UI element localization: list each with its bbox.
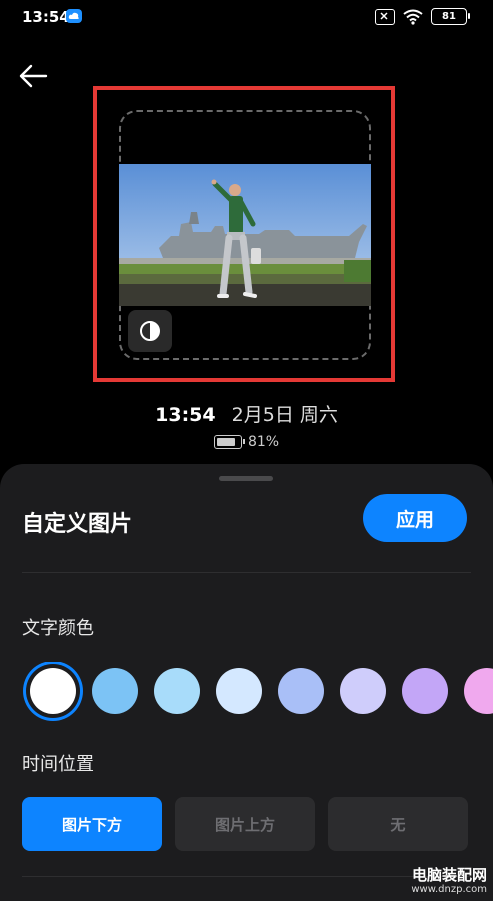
color-swatches bbox=[22, 662, 493, 722]
time-position-label: 时间位置 bbox=[22, 754, 94, 775]
color-swatch[interactable] bbox=[92, 668, 138, 714]
divider bbox=[22, 876, 471, 877]
position-none-button[interactable]: 无 bbox=[328, 797, 468, 851]
back-arrow-icon[interactable] bbox=[18, 62, 48, 90]
wallpaper-photo[interactable] bbox=[119, 164, 371, 306]
position-above-image-button[interactable]: 图片上方 bbox=[175, 797, 315, 851]
watermark-text: 电脑装配网 bbox=[411, 866, 487, 884]
battery-icon bbox=[213, 435, 245, 449]
status-bar: 13:54 81 bbox=[0, 0, 493, 36]
battery-level: 81 bbox=[442, 11, 456, 22]
cloud-icon bbox=[66, 9, 82, 23]
preview-battery-percent: 81% bbox=[247, 434, 280, 450]
preview-battery: 81% bbox=[0, 434, 493, 450]
divider bbox=[22, 572, 471, 573]
status-time: 13:54 bbox=[22, 8, 70, 26]
color-swatch[interactable] bbox=[402, 668, 448, 714]
sheet-title: 自定义图片 bbox=[22, 512, 133, 537]
color-swatch[interactable] bbox=[216, 668, 262, 714]
color-swatch-white[interactable] bbox=[30, 668, 76, 714]
watermark-url: www.dnzp.com bbox=[411, 884, 487, 895]
customize-sheet: 自定义图片 应用 文字颜色 时间位置 图片下方 图片上方 无 bbox=[0, 464, 493, 901]
color-swatch[interactable] bbox=[278, 668, 324, 714]
color-swatch[interactable] bbox=[154, 668, 200, 714]
apply-button[interactable]: 应用 bbox=[363, 494, 467, 542]
preview-time: 13:54 bbox=[155, 404, 216, 426]
color-swatch[interactable] bbox=[340, 668, 386, 714]
watermark: 电脑装配网 www.dnzp.com bbox=[411, 866, 487, 895]
no-sim-icon bbox=[375, 8, 395, 25]
wifi-icon bbox=[403, 9, 423, 25]
color-swatch[interactable] bbox=[464, 668, 493, 714]
contrast-icon bbox=[140, 321, 160, 341]
text-color-label: 文字颜色 bbox=[22, 618, 94, 639]
battery-icon: 81 bbox=[431, 8, 470, 25]
preview-date: 2月5日 周六 bbox=[231, 404, 338, 426]
contrast-toggle-button[interactable] bbox=[128, 310, 172, 352]
preview-clock: 13:54 2月5日 周六 bbox=[0, 400, 493, 427]
sheet-handle[interactable] bbox=[219, 476, 273, 481]
position-below-image-button[interactable]: 图片下方 bbox=[22, 797, 162, 851]
